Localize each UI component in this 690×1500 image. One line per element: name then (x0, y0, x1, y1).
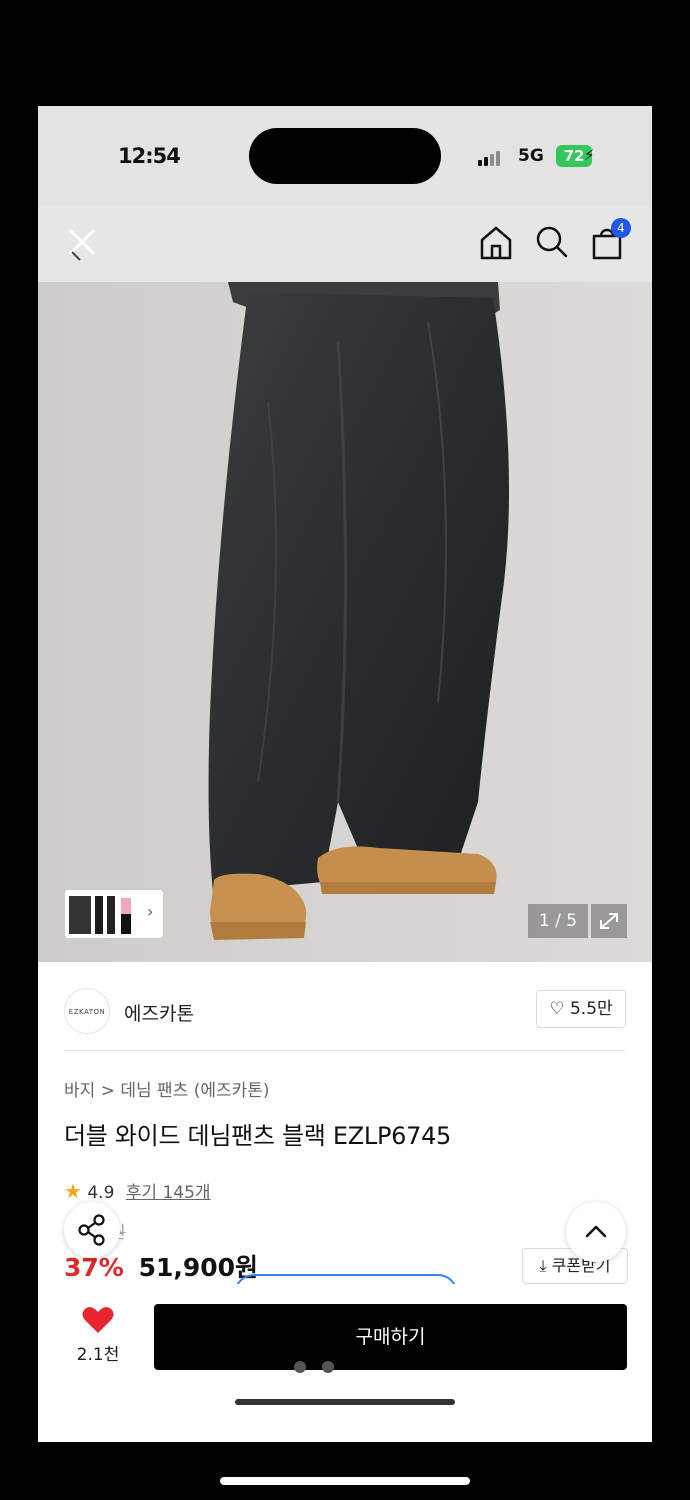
outer-home-indicator (220, 1477, 470, 1485)
divider (64, 1050, 626, 1051)
home-indicator (235, 1399, 455, 1405)
thumbnail-strip[interactable]: › (64, 889, 164, 939)
scroll-top-button[interactable] (566, 1202, 626, 1262)
search-icon (536, 226, 568, 258)
breadcrumb[interactable]: 바지 > 데님 팬츠 (에즈카톤) (64, 1076, 270, 1101)
chevron-right-icon: › (147, 902, 154, 921)
home-icon (480, 226, 512, 260)
heart-icon (82, 1307, 114, 1333)
signal-icon (478, 150, 502, 166)
sale-price: 51,900원 (138, 1253, 259, 1282)
star-icon: ★ (64, 1179, 82, 1203)
buy-button[interactable]: 구매하기 (154, 1304, 627, 1373)
expand-button[interactable] (591, 904, 627, 938)
dynamic-island (249, 128, 441, 184)
bottom-bar: 2.1천 구매하기 (38, 1284, 652, 1442)
phone-screen: 12:54 5G 72 ⚡ 4 › 1 / 5 EZKATON 에즈카톤 ♡ 5… (38, 106, 652, 1442)
expand-icon (600, 913, 618, 929)
rating-row: ★ 4.9 후기 145개 (64, 1178, 211, 1203)
brand-name[interactable]: 에즈카톤 (124, 999, 194, 1026)
rating-value: 4.9 (87, 1183, 115, 1203)
status-time: 12:54 (118, 144, 181, 168)
close-button[interactable] (62, 222, 102, 262)
chevron-up-icon (585, 1225, 607, 1238)
brand-like-count: 5.5만 (569, 999, 613, 1019)
charging-icon: ⚡ (584, 146, 595, 164)
brand-row: EZKATON 에즈카톤 ♡ 5.5만 (38, 982, 652, 1052)
heart-outline-icon: ♡ (549, 999, 565, 1019)
close-icon (68, 228, 96, 261)
app-header: 4 (38, 206, 652, 282)
wishlist-count: 2.1천 (76, 1345, 120, 1365)
search-button[interactable] (532, 222, 572, 262)
share-icon (78, 1214, 105, 1246)
wishlist-button[interactable]: 2.1천 (68, 1306, 128, 1365)
image-counter: 1 / 5 (528, 904, 588, 938)
review-link[interactable]: 후기 145개 (126, 1183, 211, 1203)
download-icon: ⤓ (539, 1256, 547, 1275)
share-button[interactable] (64, 1202, 120, 1258)
status-bar: 12:54 5G 72 ⚡ (38, 106, 652, 206)
network-label: 5G (518, 146, 544, 166)
cart-button[interactable]: 4 (588, 218, 631, 262)
product-title: 더블 와이드 데님팬츠 블랙 EZLP6745 (64, 1122, 452, 1150)
product-image[interactable]: › 1 / 5 (38, 282, 652, 962)
brand-logo[interactable]: EZKATON (64, 988, 110, 1034)
home-button[interactable] (476, 222, 516, 262)
buy-label: 구매하기 (355, 1326, 426, 1348)
loading-dots (294, 1334, 350, 1400)
product-photo (38, 282, 652, 962)
cart-badge: 4 (611, 218, 631, 238)
brand-like-button[interactable]: ♡ 5.5만 (536, 990, 626, 1028)
